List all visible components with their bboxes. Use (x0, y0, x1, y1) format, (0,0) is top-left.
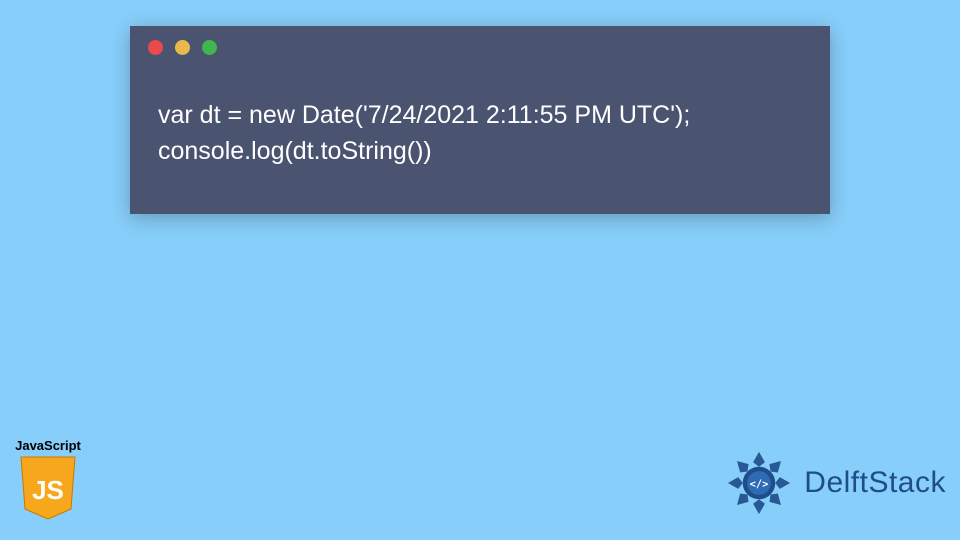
delftstack-logo-icon: </> (722, 446, 796, 520)
javascript-shield-icon: JS (17, 455, 79, 521)
maximize-icon[interactable] (202, 40, 217, 55)
svg-text:</>: </> (750, 478, 769, 490)
code-line: var dt = new Date('7/24/2021 2:11:55 PM … (158, 101, 690, 129)
javascript-label: JavaScript (8, 438, 88, 453)
javascript-badge: JavaScript JS (8, 438, 88, 526)
window-titlebar (130, 26, 830, 63)
code-window: var dt = new Date('7/24/2021 2:11:55 PM … (130, 26, 830, 214)
code-line: console.log(dt.toString()) (158, 137, 432, 165)
minimize-icon[interactable] (175, 40, 190, 55)
delftstack-text: DelftStack (804, 466, 946, 500)
js-letters: JS (32, 475, 64, 505)
code-body: var dt = new Date('7/24/2021 2:11:55 PM … (130, 63, 830, 214)
close-icon[interactable] (148, 40, 163, 55)
delftstack-brand: </> DelftStack (722, 446, 946, 520)
